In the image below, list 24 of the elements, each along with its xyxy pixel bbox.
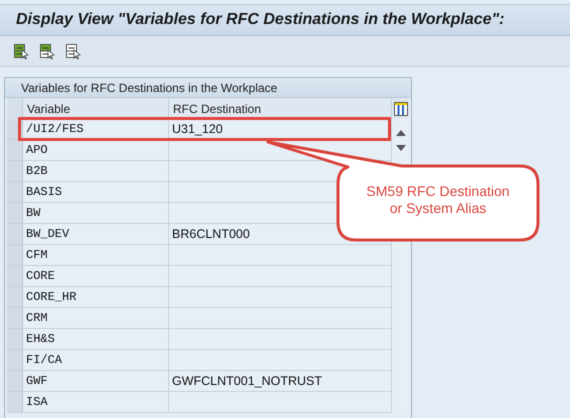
callout-text: SM59 RFC Destination or System Alias	[365, 183, 511, 217]
column-header[interactable]: RFC Destination	[169, 98, 392, 119]
table-cell: B2B	[23, 161, 169, 182]
window-title: Display View "Variables for RFC Destinations in the Workplace":	[16, 11, 504, 29]
table-title: Variables for RFC Destinations in the Workplace	[5, 78, 411, 98]
table-cell: EH&S	[23, 329, 169, 350]
list-arrow-icon[interactable]	[39, 42, 56, 60]
table-cell: BW	[23, 203, 169, 224]
table-cell: FI/CA	[23, 350, 169, 371]
list-arrow-icon[interactable]	[65, 42, 82, 60]
select-all-header[interactable]	[7, 98, 23, 119]
table-cell: CORE_HR	[23, 287, 169, 308]
table-cell: BASIS	[23, 182, 169, 203]
table-cell: GWFCLNT001_NOTRUST	[169, 371, 392, 392]
table-cell: CRM	[23, 308, 169, 329]
table-cell: CORE	[23, 266, 169, 287]
table-cell: APO	[23, 140, 169, 161]
column-layout-icon[interactable]	[392, 98, 409, 119]
list-arrow-icon[interactable]	[13, 42, 30, 60]
column-header[interactable]: Variable	[23, 98, 169, 119]
table-cell: GWF	[23, 371, 169, 392]
table-cell: ISA	[23, 392, 169, 413]
table-cell: CFM	[23, 245, 169, 266]
table-cell: BW_DEV	[23, 224, 169, 245]
